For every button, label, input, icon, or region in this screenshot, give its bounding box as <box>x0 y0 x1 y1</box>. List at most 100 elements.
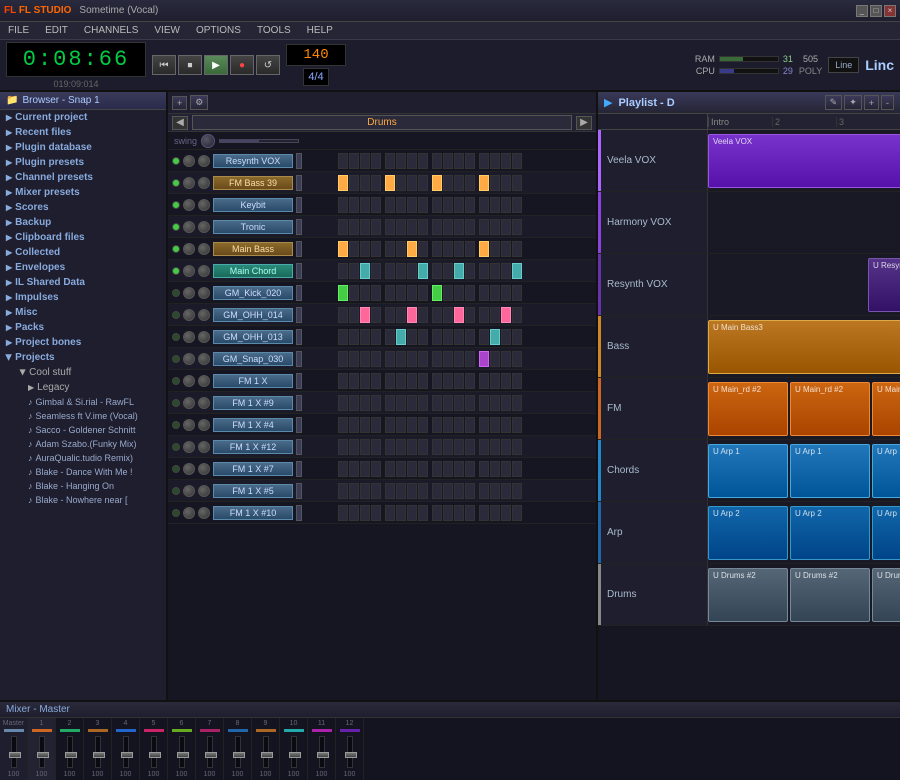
step-pad[interactable] <box>465 329 475 345</box>
seq-track-name-btn[interactable]: GM_OHH_013 <box>213 330 293 344</box>
step-pad[interactable] <box>465 285 475 301</box>
step-pad[interactable] <box>490 351 500 367</box>
seq-vol-knob[interactable] <box>183 397 195 409</box>
seq-led[interactable] <box>172 245 180 253</box>
step-pad[interactable] <box>338 329 348 345</box>
step-pad[interactable] <box>385 329 395 345</box>
seq-pan-knob[interactable] <box>198 353 210 365</box>
step-pad[interactable] <box>490 197 500 213</box>
step-pad[interactable] <box>396 395 406 411</box>
browser-item-cool-stuff[interactable]: ▶ Cool stuff <box>0 365 166 380</box>
step-pad[interactable] <box>443 483 453 499</box>
seq-pan-knob[interactable] <box>198 265 210 277</box>
step-pad[interactable] <box>418 417 428 433</box>
step-pad[interactable] <box>360 263 370 279</box>
browser-item-channel-presets[interactable]: ▶ Channel presets <box>0 170 166 185</box>
step-pad[interactable] <box>479 395 489 411</box>
seq-track-name-btn[interactable]: FM 1 X #9 <box>213 396 293 410</box>
seq-pan-knob[interactable] <box>198 199 210 211</box>
step-pad[interactable] <box>465 395 475 411</box>
step-pad[interactable] <box>512 175 522 191</box>
step-pad[interactable] <box>338 483 348 499</box>
step-pad[interactable] <box>385 307 395 323</box>
step-pad[interactable] <box>512 417 522 433</box>
step-pad[interactable] <box>465 461 475 477</box>
step-pad[interactable] <box>479 351 489 367</box>
step-pad[interactable] <box>443 263 453 279</box>
seq-track-name-btn[interactable]: FM Bass 39 <box>213 176 293 190</box>
mixer-channel[interactable]: 4 100 <box>112 718 140 780</box>
step-pad[interactable] <box>360 175 370 191</box>
step-pad[interactable] <box>432 307 442 323</box>
step-pad[interactable] <box>490 439 500 455</box>
seq-pan-knob[interactable] <box>198 243 210 255</box>
step-pad[interactable] <box>432 175 442 191</box>
step-pad[interactable] <box>418 461 428 477</box>
seq-led[interactable] <box>172 267 180 275</box>
step-pad[interactable] <box>396 417 406 433</box>
step-pad[interactable] <box>454 373 464 389</box>
step-pad[interactable] <box>501 307 511 323</box>
step-pad[interactable] <box>512 263 522 279</box>
seq-vol-knob[interactable] <box>183 243 195 255</box>
step-pad[interactable] <box>396 219 406 235</box>
step-pad[interactable] <box>465 505 475 521</box>
playlist-track-content[interactable]: U Arp 1 U Arp 1 U Arp <box>708 440 900 501</box>
step-pad[interactable] <box>479 219 489 235</box>
step-pad[interactable] <box>501 285 511 301</box>
step-pad[interactable] <box>479 241 489 257</box>
step-pad[interactable] <box>360 307 370 323</box>
step-pad[interactable] <box>396 175 406 191</box>
seq-vol-knob[interactable] <box>183 265 195 277</box>
seq-led[interactable] <box>172 399 180 407</box>
step-pad[interactable] <box>407 285 417 301</box>
step-pad[interactable] <box>454 483 464 499</box>
seq-track-name-btn[interactable]: FM 1 X #12 <box>213 440 293 454</box>
step-pad[interactable] <box>338 263 348 279</box>
step-pad[interactable] <box>396 285 406 301</box>
mixer-fader-thumb[interactable] <box>261 752 273 758</box>
step-pad[interactable] <box>418 395 428 411</box>
seq-pan-knob[interactable] <box>198 287 210 299</box>
seq-vol-knob[interactable] <box>183 485 195 497</box>
step-pad[interactable] <box>385 197 395 213</box>
browser-file-seamless[interactable]: ♪ Seamless ft V.ime (Vocal) <box>0 409 166 423</box>
mixer-fader-thumb[interactable] <box>233 752 245 758</box>
pattern-prev-button[interactable]: ◀ <box>172 116 188 130</box>
step-pad[interactable] <box>512 461 522 477</box>
playlist-zoom-out[interactable]: - <box>881 95 894 110</box>
step-pad[interactable] <box>512 439 522 455</box>
playlist-track-content[interactable]: U Main Bass3 <box>708 316 900 377</box>
step-pad[interactable] <box>360 153 370 169</box>
seq-led[interactable] <box>172 201 180 209</box>
step-pad[interactable] <box>338 285 348 301</box>
step-pad[interactable] <box>371 417 381 433</box>
step-pad[interactable] <box>479 483 489 499</box>
step-pad[interactable] <box>349 351 359 367</box>
step-pad[interactable] <box>349 219 359 235</box>
step-pad[interactable] <box>360 483 370 499</box>
browser-file-blake-nowhere[interactable]: ♪ Blake - Nowhere near [ <box>0 493 166 507</box>
stop-button[interactable]: ⏹ <box>178 55 202 75</box>
step-pad[interactable] <box>512 395 522 411</box>
step-pad[interactable] <box>432 351 442 367</box>
menu-file[interactable]: FILE <box>4 25 33 36</box>
browser-item-recent-files[interactable]: ▶ Recent files <box>0 125 166 140</box>
browser-file-aura[interactable]: ♪ AuraQualic.tudio Remix) <box>0 451 166 465</box>
step-pad[interactable] <box>385 483 395 499</box>
step-pad[interactable] <box>360 417 370 433</box>
playlist-block[interactable]: U Main Bass3 <box>708 320 900 374</box>
seq-led[interactable] <box>172 289 180 297</box>
step-pad[interactable] <box>501 483 511 499</box>
step-pad[interactable] <box>512 505 522 521</box>
step-pad[interactable] <box>407 263 417 279</box>
browser-item-shared-data[interactable]: ▶ IL Shared Data <box>0 275 166 290</box>
menu-view[interactable]: VIEW <box>150 25 184 36</box>
step-pad[interactable] <box>501 219 511 235</box>
step-pad[interactable] <box>454 461 464 477</box>
seq-track-name-btn[interactable]: FM 1 X #4 <box>213 418 293 432</box>
step-pad[interactable] <box>371 483 381 499</box>
seq-pan-knob[interactable] <box>198 485 210 497</box>
step-pad[interactable] <box>465 439 475 455</box>
browser-item-packs[interactable]: ▶ Packs <box>0 320 166 335</box>
